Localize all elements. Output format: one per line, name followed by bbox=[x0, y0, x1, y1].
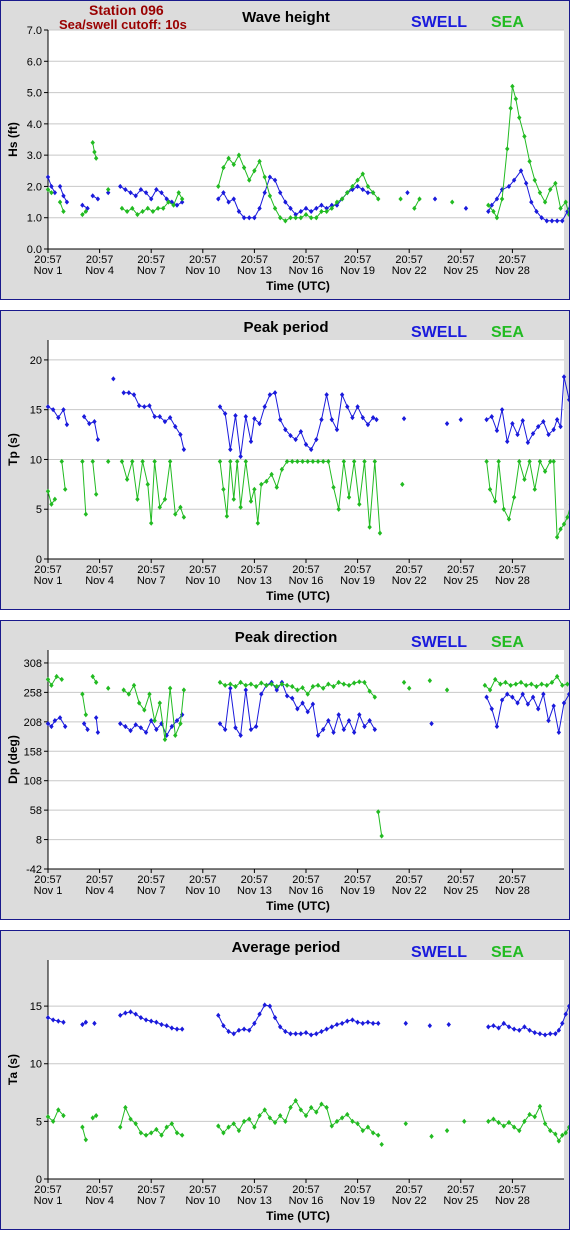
y-tick-label: 6.0 bbox=[27, 56, 42, 68]
x-tick-date: Nov 1 bbox=[34, 885, 63, 897]
y-tick-label: 15 bbox=[30, 1001, 42, 1013]
x-axis-label: Time (UTC) bbox=[266, 279, 330, 293]
x-tick-date: Nov 4 bbox=[85, 885, 114, 897]
legend-swell: SWELL bbox=[411, 324, 467, 341]
average-period-chart: 05101520:57Nov 120:57Nov 420:57Nov 720:5… bbox=[6, 939, 569, 1223]
x-tick-date: Nov 4 bbox=[85, 265, 114, 277]
x-tick-date: Nov 25 bbox=[443, 265, 478, 277]
x-tick-date: Nov 1 bbox=[34, 265, 63, 277]
y-tick-label: 5 bbox=[36, 1116, 42, 1128]
station-title: Station 096 bbox=[89, 2, 164, 18]
y-axis-label: Tp (s) bbox=[6, 433, 20, 466]
y-tick-label: 10 bbox=[30, 454, 42, 466]
peak-period-chart: 0510152020:57Nov 120:57Nov 420:57Nov 720… bbox=[6, 319, 569, 603]
sea-point bbox=[565, 681, 569, 687]
x-tick-date: Nov 13 bbox=[237, 1195, 272, 1207]
x-axis-label: Time (UTC) bbox=[266, 899, 330, 913]
y-axis-label: Dp (deg) bbox=[6, 735, 20, 784]
legend-swell: SWELL bbox=[411, 944, 467, 961]
sea-point bbox=[565, 514, 569, 520]
wave-height-panel: 0.0 1.0 2.0 3.0 4.0 5.0 6.0 7.0 20:57 Nov 1 20:57 N… bbox=[0, 0, 570, 300]
x-tick-date: Nov 16 bbox=[289, 1195, 324, 1207]
y-tick-label: 5 bbox=[36, 504, 42, 516]
x-tick-date: Nov 19 bbox=[340, 885, 375, 897]
x-tick-date: Nov 13 bbox=[237, 575, 272, 587]
y-tick-label: 2.0 bbox=[27, 181, 42, 193]
chart-title: Peak period bbox=[243, 319, 328, 336]
y-tick-label: 258 bbox=[24, 687, 42, 699]
swell-point bbox=[566, 397, 569, 403]
y-tick-label: 20 bbox=[30, 355, 42, 367]
peak-direction-panel: -42 8 58 108 158 208 258 308 20:57 Nov 1 20:57 Nov … bbox=[0, 620, 570, 920]
y-tick-label: 4.0 bbox=[27, 119, 42, 131]
y-tick-label: 1.0 bbox=[27, 213, 42, 225]
chart-title: Average period bbox=[232, 939, 341, 956]
y-tick-label: 7.0 bbox=[27, 25, 42, 37]
legend-sea: SEA bbox=[491, 634, 524, 651]
x-tick-date: Nov 4 bbox=[85, 1195, 114, 1207]
chart-title: Wave height bbox=[242, 9, 330, 26]
legend-swell: SWELL bbox=[411, 14, 467, 31]
peak-period-panel: 0 5 10 15 20 20:57 Nov 1 20:57 Nov 4 20:57 Nov 7 20… bbox=[0, 310, 570, 610]
x-tick-date: Nov 19 bbox=[340, 265, 375, 277]
legend-swell: SWELL bbox=[411, 634, 467, 651]
y-axis-label: Hs (ft) bbox=[6, 122, 20, 157]
y-tick-label: 158 bbox=[24, 746, 42, 758]
x-tick-date: Nov 25 bbox=[443, 885, 478, 897]
x-tick-date: Nov 13 bbox=[237, 885, 272, 897]
y-tick-label: 108 bbox=[24, 776, 42, 788]
x-tick-date: Nov 7 bbox=[137, 575, 166, 587]
x-axis-label: Time (UTC) bbox=[266, 589, 330, 603]
plot-area bbox=[48, 650, 564, 869]
x-tick-date: Nov 16 bbox=[289, 265, 324, 277]
x-tick-date: Nov 28 bbox=[495, 885, 530, 897]
x-tick-date: Nov 22 bbox=[392, 265, 427, 277]
y-tick-label: 10 bbox=[30, 1059, 42, 1071]
y-tick-label: 5.0 bbox=[27, 88, 42, 100]
x-tick-date: Nov 1 bbox=[34, 1195, 63, 1207]
x-tick-date: Nov 28 bbox=[495, 265, 530, 277]
y-tick-label: 8 bbox=[36, 835, 42, 847]
y-tick-label: 58 bbox=[30, 805, 42, 817]
cutoff-label: Sea/swell cutoff: 10s bbox=[59, 17, 187, 32]
x-tick-date: Nov 22 bbox=[392, 1195, 427, 1207]
average-period-panel: 0 5 10 15 20:57 Nov 1 20:57 Nov 4 20:57 Nov 7 20:5… bbox=[0, 930, 570, 1230]
x-tick-date: Nov 7 bbox=[137, 1195, 166, 1207]
legend-sea: SEA bbox=[491, 14, 524, 31]
peak-direction-chart: -4285810815820825830820:57Nov 120:57Nov … bbox=[6, 629, 569, 913]
x-tick-date: Nov 19 bbox=[340, 575, 375, 587]
x-tick-date: Nov 4 bbox=[85, 575, 114, 587]
x-axis-label: Time (UTC) bbox=[266, 1209, 330, 1223]
swell-point bbox=[563, 1011, 568, 1017]
x-tick-date: Nov 22 bbox=[392, 885, 427, 897]
x-tick-date: Nov 25 bbox=[443, 575, 478, 587]
legend-sea: SEA bbox=[491, 324, 524, 341]
x-tick-date: Nov 28 bbox=[495, 575, 530, 587]
x-tick-date: Nov 28 bbox=[495, 1195, 530, 1207]
x-tick-date: Nov 16 bbox=[289, 885, 324, 897]
x-tick-date: Nov 19 bbox=[340, 1195, 375, 1207]
x-tick-date: Nov 10 bbox=[185, 885, 220, 897]
x-tick-date: Nov 7 bbox=[137, 265, 166, 277]
y-tick-label: 208 bbox=[24, 717, 42, 729]
x-tick-date: Nov 25 bbox=[443, 1195, 478, 1207]
x-tick-date: Nov 1 bbox=[34, 575, 63, 587]
y-tick-label: 15 bbox=[30, 405, 42, 417]
x-tick-date: Nov 10 bbox=[185, 265, 220, 277]
legend-sea: SEA bbox=[491, 944, 524, 961]
x-tick-date: Nov 10 bbox=[185, 1195, 220, 1207]
x-tick-date: Nov 10 bbox=[185, 575, 220, 587]
x-tick-date: Nov 13 bbox=[237, 265, 272, 277]
y-axis-label: Ta (s) bbox=[6, 1054, 20, 1085]
x-tick-date: Nov 7 bbox=[137, 885, 166, 897]
wave-height-chart: 0.01.02.03.04.05.06.07.020:57Nov 120:57N… bbox=[6, 9, 569, 293]
plot-area bbox=[48, 340, 564, 559]
chart-title: Peak direction bbox=[235, 629, 338, 646]
x-tick-date: Nov 16 bbox=[289, 575, 324, 587]
x-tick-date: Nov 22 bbox=[392, 575, 427, 587]
plot-area bbox=[48, 960, 564, 1179]
y-tick-label: 308 bbox=[24, 658, 42, 670]
y-tick-label: 3.0 bbox=[27, 150, 42, 162]
